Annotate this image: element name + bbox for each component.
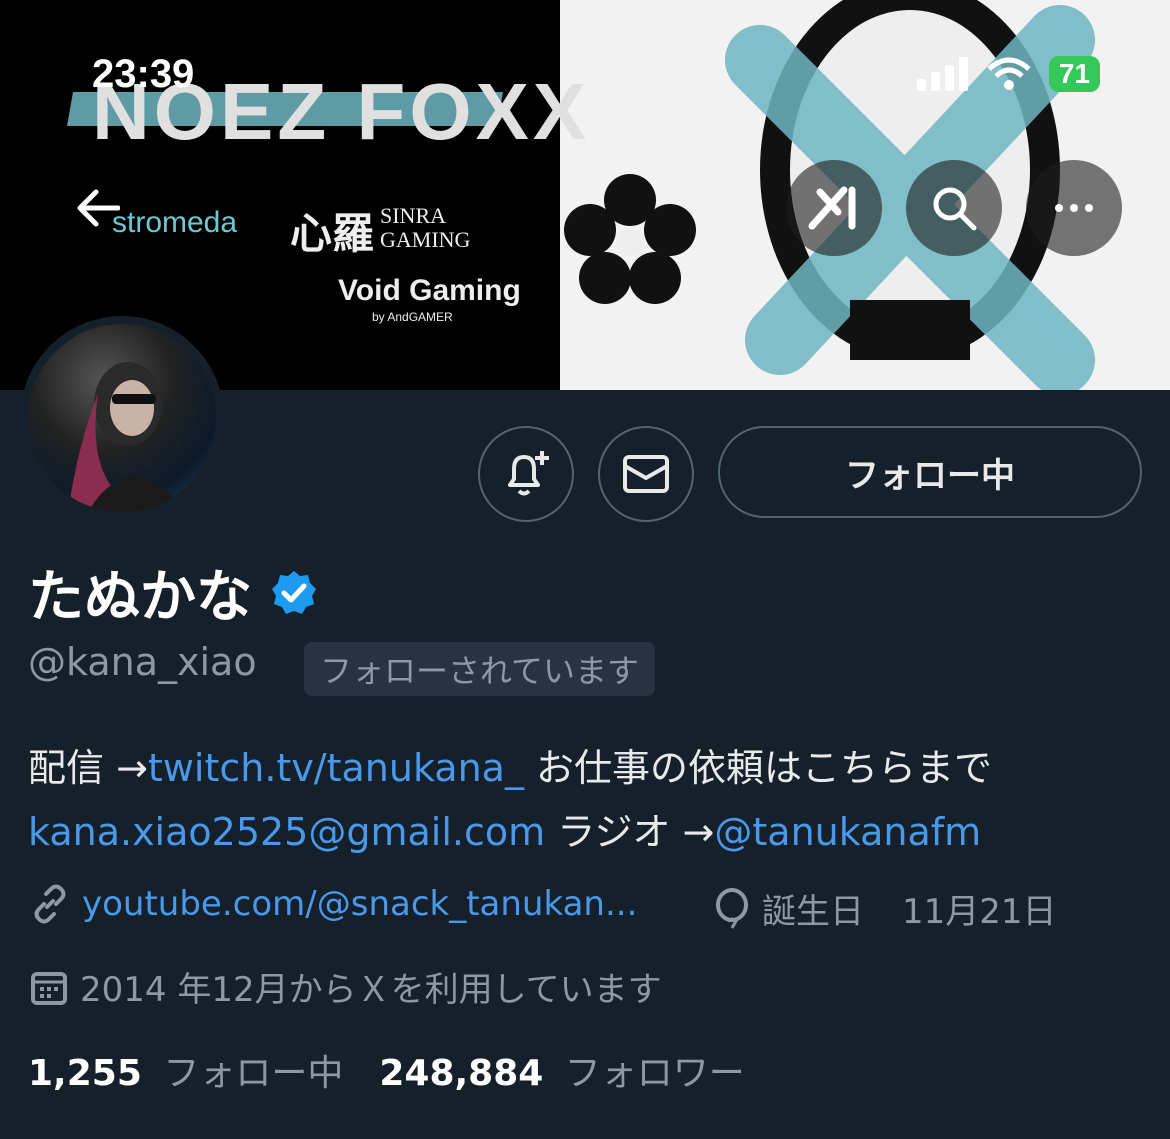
website-link[interactable]: youtube.com/@snack_tanukan... bbox=[82, 884, 637, 924]
message-button[interactable] bbox=[598, 426, 694, 522]
balloon-icon bbox=[716, 887, 748, 929]
grok-button[interactable] bbox=[786, 160, 882, 256]
status-time: 23:39 bbox=[92, 52, 195, 96]
sponsor-void-gaming-sub: by AndGAMER bbox=[372, 310, 453, 324]
arrow-left-icon bbox=[77, 189, 120, 227]
profile-avatar[interactable] bbox=[20, 316, 224, 520]
following-button[interactable]: フォロー中 bbox=[718, 426, 1142, 518]
grok-icon bbox=[808, 186, 856, 230]
birthday-label: 誕生日 bbox=[762, 892, 864, 932]
bio-line-1: 配信 →twitch.tv/tanukana_ お仕事の依頼はこちらまで bbox=[28, 746, 993, 790]
wifi-icon bbox=[987, 57, 1031, 90]
sponsor-sinra-kanji: 心羅 bbox=[290, 212, 375, 258]
sponsor-sinra-name: SINRA GAMING bbox=[380, 203, 471, 252]
calendar-icon bbox=[31, 971, 67, 1005]
bell-plus-icon bbox=[508, 451, 549, 496]
link-icon bbox=[34, 884, 66, 924]
battery-indicator: 71 bbox=[1048, 56, 1100, 92]
followers-stat[interactable]: 248,884 フォロワー bbox=[379, 1044, 744, 1096]
joined-row: 2014 年12月からＸを利用しています bbox=[30, 962, 662, 1011]
following-stat[interactable]: 1,255 フォロー中 bbox=[28, 1044, 343, 1096]
more-horizontal-icon bbox=[1055, 204, 1093, 212]
envelope-icon bbox=[623, 455, 669, 493]
following-count: 1,255 bbox=[28, 1053, 142, 1094]
avatar-photo bbox=[28, 324, 216, 512]
search-button[interactable] bbox=[906, 160, 1002, 256]
status-icons: 71 bbox=[916, 56, 1100, 92]
sponsor-void-gaming: Void Gaming bbox=[338, 274, 521, 307]
profile-name-row: たぬかな bbox=[28, 552, 318, 633]
verified-badge-icon[interactable] bbox=[270, 569, 318, 617]
notifications-button[interactable] bbox=[478, 426, 574, 522]
birthday-value: 11月21日 bbox=[902, 892, 1057, 932]
twitch-link[interactable]: twitch.tv/tanukana_ bbox=[148, 746, 524, 790]
user-handle: @kana_xiao bbox=[28, 640, 257, 684]
profile-bio: 配信 →twitch.tv/tanukana_ お仕事の依頼はこちらまで kan… bbox=[28, 736, 1148, 864]
following-label: フォロー中 bbox=[163, 1053, 344, 1094]
radio-mention-link[interactable]: @tanukanafm bbox=[714, 810, 981, 854]
website-row[interactable]: youtube.com/@snack_tanukan... bbox=[30, 884, 637, 924]
more-options-button[interactable] bbox=[1026, 160, 1122, 256]
back-button[interactable] bbox=[50, 160, 146, 256]
followers-count: 248,884 bbox=[379, 1053, 544, 1094]
followers-label: フォロワー bbox=[564, 1053, 745, 1094]
follow-stats: 1,255 フォロー中 248,884 フォロワー bbox=[28, 1044, 745, 1096]
joined-date: 2014 年12月からＸを利用しています bbox=[80, 970, 662, 1010]
avatar-portrait bbox=[68, 362, 188, 512]
display-name: たぬかな bbox=[28, 565, 252, 630]
bio-line-2: kana.xiao2525@gmail.com ラジオ →@tanukanafm bbox=[28, 810, 982, 854]
sakura-icon bbox=[564, 174, 696, 304]
follows-you-badge: フォローされています bbox=[304, 642, 656, 696]
cellular-signal-icon bbox=[916, 57, 968, 91]
search-icon bbox=[933, 187, 977, 231]
birthday-row: 誕生日 11月21日 bbox=[714, 884, 1057, 933]
email-link[interactable]: kana.xiao2525@gmail.com bbox=[28, 810, 545, 854]
